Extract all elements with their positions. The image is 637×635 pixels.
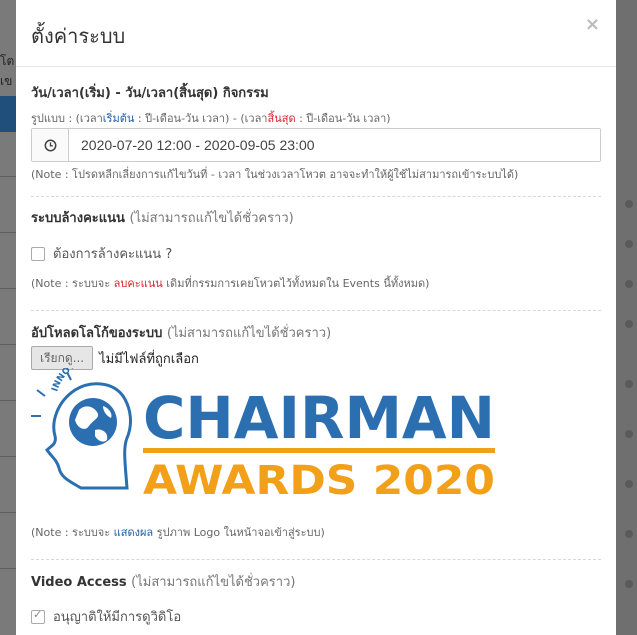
activity-time-note: (Note : โปรดหลีกเลี่ยงการแก้ไขวันที่ - เ… (31, 168, 519, 181)
background-button (0, 96, 16, 132)
activity-time-title: วัน/เวลา(เริ่ม) - วัน/เวลา(สิ้นสุด) กิจก… (31, 86, 269, 101)
video-access-option[interactable]: อนุญาติให้มีการดูวิดิโอ (31, 606, 181, 627)
datetime-range-group (31, 128, 601, 162)
modal-header: ตั้งค่าระบบ × (16, 0, 616, 67)
section-divider (31, 310, 601, 311)
upload-logo-note: (Note : ระบบจะ แสดงผล รูปภาพ Logo ในหน้า… (31, 526, 325, 539)
background-text-fragment: โต (0, 54, 15, 68)
close-icon[interactable]: × (585, 14, 600, 35)
clear-scores-note: (Note : ระบบจะ ลบคะแนน เดิมที่กรรมการเคย… (31, 277, 430, 290)
clear-scores-title: ระบบล้างคะแนน (ไม่สามารถแก้ไขได้ชั่วคราว… (31, 211, 294, 226)
clear-scores-label: ต้องการล้างคะแนน ? (53, 247, 173, 262)
section-divider (31, 559, 601, 560)
upload-logo-title: อัปโหลดโลโก้ของระบบ (ไม่สามารถแก้ไขได้ชั… (31, 326, 332, 341)
background-page-left: โต เข (0, 0, 16, 635)
clear-scores-checkbox[interactable] (31, 246, 45, 261)
datetime-range-input[interactable] (69, 129, 600, 161)
chairman-awards-logo: INNOVATION CHAIRMAN AWARDS 2020 (31, 368, 495, 504)
no-file-text: ไม่มีไฟล์ที่ถูกเลือก (99, 351, 199, 367)
clock-icon[interactable] (32, 129, 69, 161)
video-access-checkbox[interactable] (31, 608, 45, 624)
modal-title: ตั้งค่าระบบ (31, 24, 126, 48)
background-page-right (617, 0, 637, 635)
browse-button[interactable]: เรียกดู... (31, 346, 94, 370)
activity-time-format-hint: รูปแบบ : (เวลาเริ่มต้น : ปี-เดือน-วัน เว… (31, 112, 391, 125)
background-text-fragment: เข (0, 74, 13, 88)
clear-scores-option[interactable]: ต้องการล้างคะแนน ? (31, 243, 172, 264)
video-access-label: อนุญาติให้มีการดูวิดิโอ (53, 610, 182, 625)
video-access-title: Video Access (ไม่สามารถแก้ไขได้ชั่วคราว) (31, 575, 296, 590)
system-settings-modal: ตั้งค่าระบบ × วัน/เวลา(เริ่ม) - วัน/เวลา… (16, 0, 616, 635)
logo-line-1: CHAIRMAN (143, 384, 495, 452)
logo-file-input[interactable]: เรียกดู... ไม่มีไฟล์ที่ถูกเลือก (31, 346, 199, 370)
logo-line-2: AWARDS 2020 (143, 458, 495, 504)
section-divider (31, 196, 601, 197)
